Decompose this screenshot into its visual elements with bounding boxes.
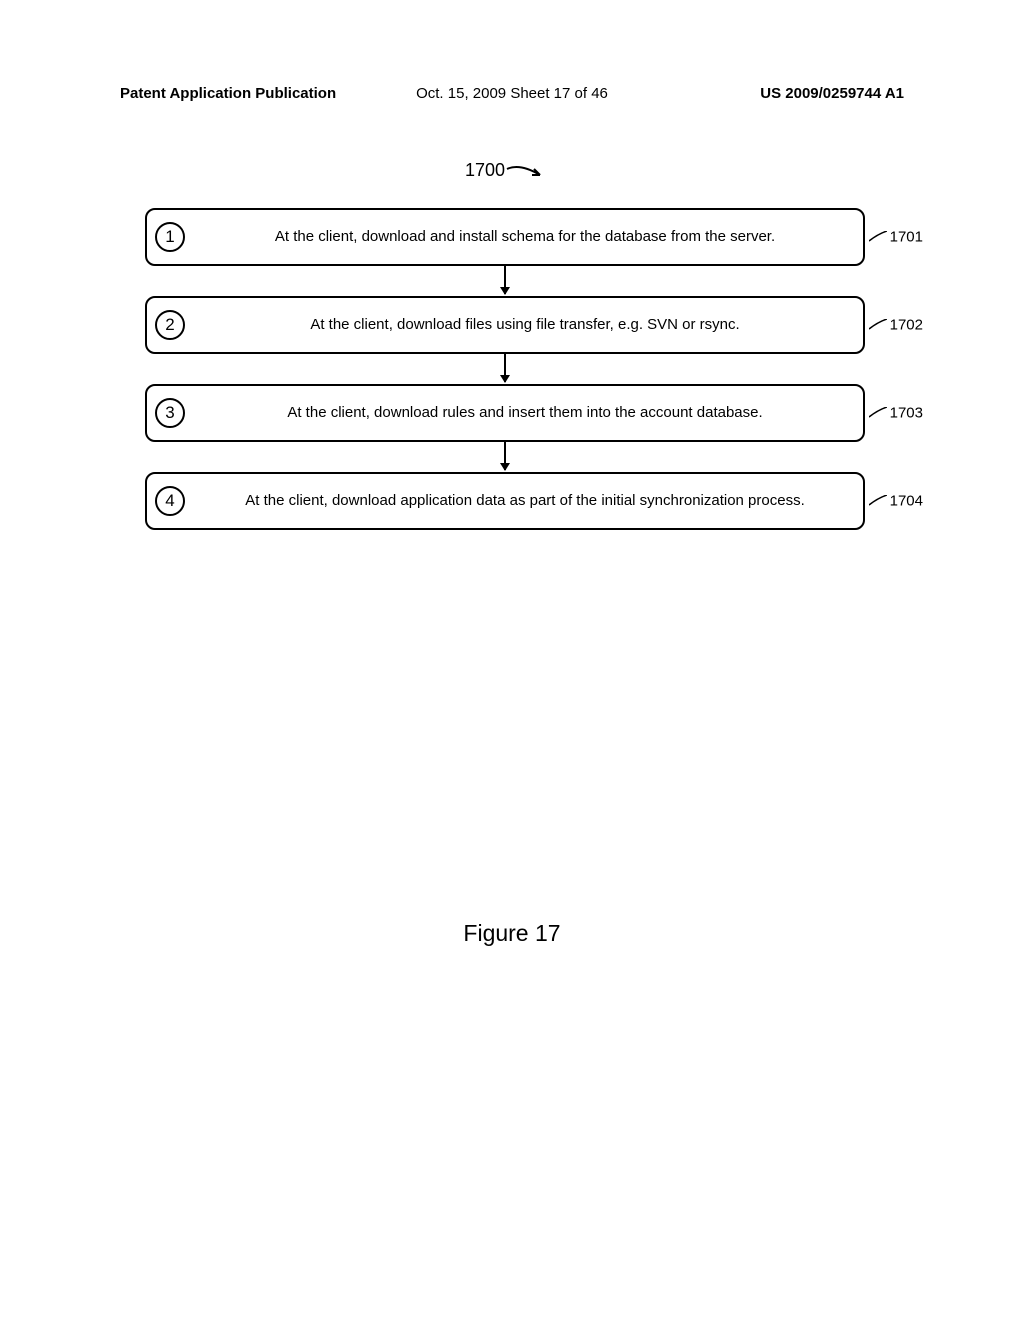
flowchart-diagram: 1700 1 At the client, download and insta…: [145, 160, 865, 530]
step-reference-number: 1704: [890, 493, 923, 510]
header-date-sheet: Oct. 15, 2009 Sheet 17 of 46: [416, 85, 608, 102]
step-text: At the client, download rules and insert…: [203, 403, 847, 423]
step-number-circle: 3: [155, 398, 185, 428]
step-number-circle: 1: [155, 222, 185, 252]
step-number-circle: 4: [155, 486, 185, 516]
figure-reference-number-wrap: 1700: [145, 160, 865, 188]
step-number-circle: 2: [155, 310, 185, 340]
figure-reference-number: 1700: [465, 160, 505, 181]
header-publication-type: Patent Application Publication: [120, 85, 336, 102]
reference-leader-icon: [869, 495, 887, 507]
figure-number-leader-icon: [505, 163, 555, 181]
flowchart-step: 3 At the client, download rules and inse…: [145, 384, 865, 442]
flow-arrow-icon: [504, 266, 506, 294]
step-reference-number: 1702: [890, 317, 923, 334]
page-header: Patent Application Publication Oct. 15, …: [120, 85, 904, 102]
step-text: At the client, download files using file…: [203, 315, 847, 335]
reference-leader-icon: [869, 407, 887, 419]
step-text: At the client, download and install sche…: [203, 227, 847, 247]
figure-caption: Figure 17: [0, 920, 1024, 947]
flow-arrow-icon: [504, 354, 506, 382]
flowchart-step: 1 At the client, download and install sc…: [145, 208, 865, 266]
step-reference-number: 1701: [890, 229, 923, 246]
flowchart-step: 4 At the client, download application da…: [145, 472, 865, 530]
flowchart-step: 2 At the client, download files using fi…: [145, 296, 865, 354]
header-patent-number: US 2009/0259744 A1: [760, 85, 904, 102]
step-text: At the client, download application data…: [203, 491, 847, 511]
reference-leader-icon: [869, 231, 887, 243]
step-reference-number: 1703: [890, 405, 923, 422]
flow-arrow-icon: [504, 442, 506, 470]
reference-leader-icon: [869, 319, 887, 331]
